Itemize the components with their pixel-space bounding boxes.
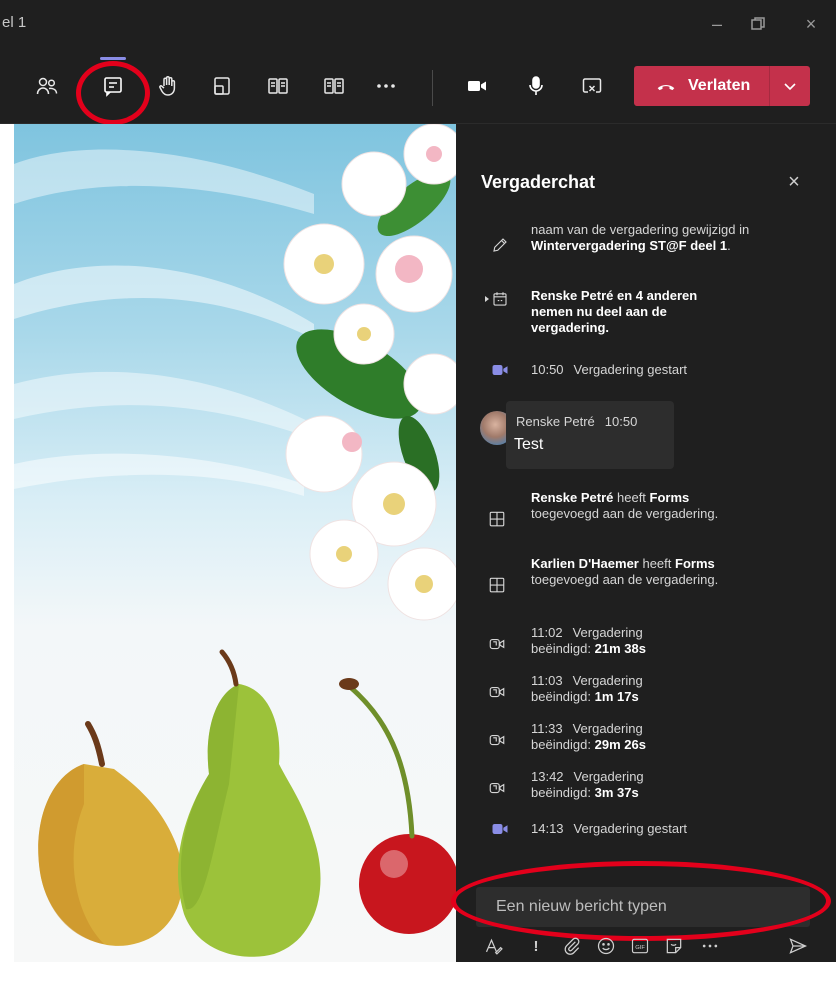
window-title: el 1 — [2, 14, 27, 31]
more-icon[interactable] — [698, 934, 722, 958]
more-icon[interactable] — [370, 70, 402, 102]
event-meeting-ended-text: 11:03 Vergadering beëindigd: 1m 17s — [531, 673, 643, 704]
close-icon[interactable]: × — [782, 170, 806, 194]
chevron-down-icon[interactable] — [770, 79, 810, 93]
important-icon[interactable]: ! — [524, 934, 548, 958]
forms-icon — [486, 508, 508, 530]
attach-icon[interactable] — [560, 934, 584, 958]
event-meeting-started-text: 10:50 Vergadering gestart — [531, 362, 688, 377]
calendar-icon — [489, 288, 511, 310]
message-header: Renske Petré 10:50 — [516, 414, 637, 429]
send-icon[interactable] — [786, 934, 810, 958]
stop-share-icon[interactable] — [576, 70, 608, 102]
event-rename-text: naam van de vergadering gewijzigd in Win… — [531, 222, 750, 253]
raise-hand-icon[interactable] — [152, 70, 184, 102]
video-off-icon — [486, 633, 508, 655]
video-off-icon — [486, 729, 508, 751]
title-bar: el 1 – × — [0, 0, 836, 48]
toolbar-divider — [432, 70, 433, 106]
event-meeting-ended-text: 13:42 Vergadering beëindigd: 3m 37s — [531, 769, 644, 800]
leave-main[interactable]: Verlaten — [634, 76, 769, 96]
phone-icon — [657, 84, 675, 91]
event-forms-added-2-text: Karlien D'Haemer heeft Forms toegevoegd … — [531, 556, 719, 587]
emoji-icon[interactable] — [594, 934, 618, 958]
chat-message[interactable]: Renske Petré 10:50 Test — [506, 401, 674, 469]
sticker-icon[interactable] — [662, 934, 686, 958]
maximize-icon[interactable] — [744, 10, 772, 38]
event-meeting-ended-text: 11:02 Vergadering beëindigd: 21m 38s — [531, 625, 646, 656]
message-text: Test — [514, 436, 544, 453]
chat-active-indicator — [100, 57, 126, 60]
video-icon — [489, 818, 511, 840]
leave-label: Verlaten — [688, 77, 751, 94]
event-joined-text: Renske Petré en 4 anderen nemen nu deel … — [531, 288, 698, 335]
video-off-icon — [486, 777, 508, 799]
participants-icon[interactable] — [31, 70, 63, 102]
message-time: 10:50 — [604, 414, 638, 429]
apps-icon[interactable] — [262, 70, 294, 102]
video-stage — [14, 124, 456, 962]
video-off-icon — [486, 681, 508, 703]
minimize-icon[interactable]: – — [703, 10, 731, 38]
chat-button-highlight — [76, 61, 150, 125]
microphone-icon[interactable] — [520, 70, 552, 102]
compose-highlight — [451, 861, 831, 941]
format-icon[interactable] — [482, 934, 506, 958]
event-meeting-ended-text: 11:33 Vergadering beëindigd: 29m 26s — [531, 721, 646, 752]
pencil-icon — [489, 234, 511, 256]
compose-toolbar: ! GIF — [480, 932, 820, 960]
message-author: Renske Petré — [516, 414, 595, 429]
gif-icon[interactable]: GIF — [628, 934, 652, 958]
apps-icon-2[interactable] — [318, 70, 350, 102]
chat-title: Vergaderchat — [481, 172, 596, 192]
video-icon — [489, 359, 511, 381]
meeting-chat-panel: Vergaderchat × naam van de vergadering g… — [451, 124, 836, 962]
background-image — [14, 124, 456, 957]
camera-icon[interactable] — [461, 70, 493, 102]
rooms-icon[interactable] — [206, 70, 238, 102]
event-forms-added-text: Renske Petré heeft Forms toegevoegd aan … — [531, 490, 719, 521]
svg-text:GIF: GIF — [635, 945, 645, 951]
leave-button[interactable]: Verlaten — [634, 66, 810, 106]
event-meeting-started-text: 14:13 Vergadering gestart — [531, 821, 688, 836]
close-window-icon[interactable]: × — [797, 10, 825, 38]
forms-icon — [486, 574, 508, 596]
